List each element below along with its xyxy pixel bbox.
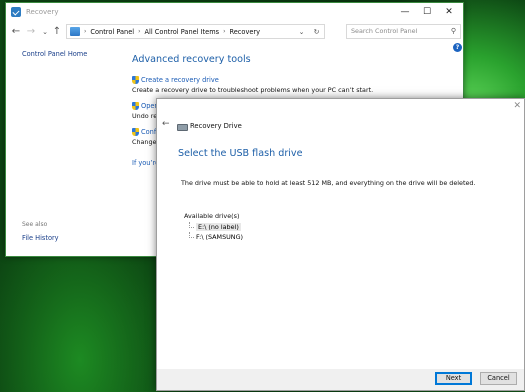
tool-description: Undo re bbox=[132, 112, 158, 120]
recovery-app-icon bbox=[11, 7, 21, 17]
tool-create-recovery-drive: Create a recovery drive Create a recover… bbox=[132, 76, 373, 94]
see-also-label: See also bbox=[22, 221, 48, 228]
navigation-bar: ← → ⌄ ↑ › Control Panel › All Control Pa… bbox=[6, 22, 463, 42]
refresh-icon[interactable]: ↻ bbox=[314, 28, 320, 36]
control-panel-icon bbox=[70, 27, 80, 36]
help-icon[interactable]: ? bbox=[453, 43, 462, 52]
search-icon[interactable]: ⚲ bbox=[451, 25, 456, 38]
breadcrumb-control-panel[interactable]: Control Panel bbox=[90, 28, 134, 36]
close-button[interactable]: ✕ bbox=[438, 4, 460, 20]
drive-label: E:\ (no label) bbox=[196, 223, 241, 231]
file-history-link[interactable]: File History bbox=[22, 234, 59, 242]
wizard-heading: Select the USB flash drive bbox=[178, 148, 303, 159]
open-system-restore-link[interactable]: Open bbox=[132, 102, 159, 110]
uac-shield-icon bbox=[132, 102, 139, 110]
search-placeholder: Search Control Panel bbox=[351, 27, 418, 35]
usb-drive-icon bbox=[177, 124, 188, 131]
tool-label: Create a recovery drive bbox=[141, 76, 219, 84]
recovery-drive-wizard: ✕ ← Recovery Drive Select the USB flash … bbox=[156, 98, 525, 391]
breadcrumb-recovery[interactable]: Recovery bbox=[229, 28, 260, 36]
create-recovery-drive-link[interactable]: Create a recovery drive bbox=[132, 76, 373, 84]
maximize-button[interactable]: ☐ bbox=[416, 4, 438, 20]
title-bar[interactable]: Recovery — ☐ ✕ bbox=[6, 3, 463, 22]
breadcrumb-all-items[interactable]: All Control Panel Items bbox=[145, 28, 220, 36]
configure-system-restore-link[interactable]: Confi bbox=[132, 128, 158, 136]
wizard-back-arrow-icon[interactable]: ← bbox=[162, 119, 170, 129]
tool-description: Change bbox=[132, 138, 157, 146]
page-title: Advanced recovery tools bbox=[132, 54, 251, 65]
tool-description: Create a recovery drive to troubleshoot … bbox=[132, 86, 374, 94]
breadcrumb-separator: › bbox=[138, 28, 141, 35]
tool-configure-system-restore: Confi Change bbox=[132, 128, 158, 146]
drive-list: E:\ (no label) F:\ (SAMSUNG) bbox=[186, 222, 243, 242]
drive-item-f[interactable]: F:\ (SAMSUNG) bbox=[186, 232, 243, 242]
control-panel-home-link[interactable]: Control Panel Home bbox=[22, 50, 87, 58]
uac-shield-icon bbox=[132, 76, 139, 84]
tool-open-system-restore: Open Undo re bbox=[132, 102, 159, 120]
cancel-button[interactable]: Cancel bbox=[480, 372, 517, 385]
uac-shield-icon bbox=[132, 128, 139, 136]
address-bar[interactable]: › Control Panel › All Control Panel Item… bbox=[66, 24, 325, 39]
recent-locations-chevron-icon[interactable]: ⌄ bbox=[39, 25, 51, 39]
wizard-description: The drive must be able to hold at least … bbox=[181, 179, 476, 187]
address-controls: ⌄ ↻ bbox=[294, 25, 324, 38]
breadcrumb-separator: › bbox=[223, 28, 226, 35]
next-button[interactable]: Next bbox=[435, 372, 472, 385]
drive-item-e[interactable]: E:\ (no label) bbox=[186, 222, 243, 232]
wizard-footer: Next Cancel bbox=[157, 369, 524, 390]
forward-arrow-icon[interactable]: → bbox=[25, 25, 37, 39]
back-arrow-icon[interactable]: ← bbox=[10, 25, 22, 39]
breadcrumb-separator: › bbox=[84, 28, 87, 35]
address-dropdown-chevron-icon[interactable]: ⌄ bbox=[299, 28, 305, 36]
wizard-title: Recovery Drive bbox=[190, 122, 242, 130]
window-title: Recovery bbox=[26, 8, 59, 16]
minimize-button[interactable]: — bbox=[394, 4, 416, 20]
drive-label: F:\ (SAMSUNG) bbox=[196, 233, 244, 241]
up-arrow-icon[interactable]: ↑ bbox=[51, 25, 63, 39]
search-input[interactable]: Search Control Panel ⚲ bbox=[346, 24, 461, 39]
wizard-close-icon[interactable]: ✕ bbox=[513, 101, 521, 111]
available-drives-label: Available drive(s) bbox=[184, 212, 240, 220]
